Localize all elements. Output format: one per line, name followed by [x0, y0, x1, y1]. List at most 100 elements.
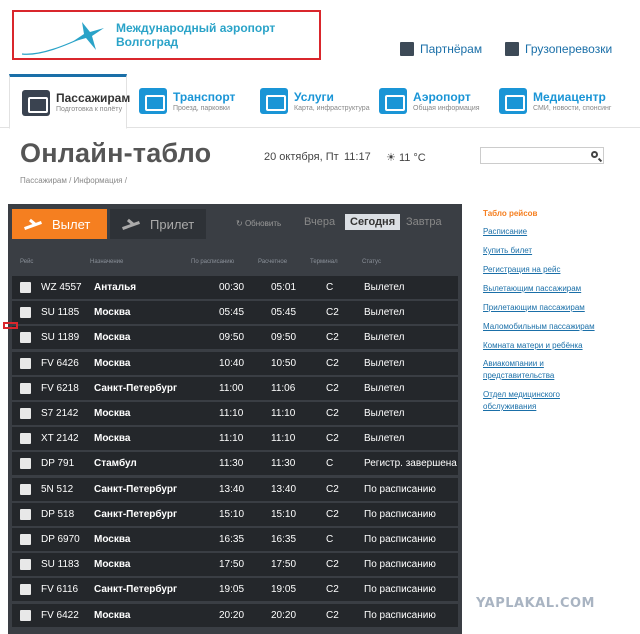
nav-title: Услуги	[294, 89, 334, 104]
day-yesterday[interactable]: Вчера	[304, 216, 335, 228]
table-row[interactable]: SU 1185 Москва 05:45 05:45 C2 Вылетел	[12, 301, 458, 325]
sidebar-item-mother-child[interactable]: Комната матери и ребёнка	[483, 340, 583, 352]
flight-number: SU 1185	[41, 307, 80, 319]
table-row[interactable]: FV 6218 Санкт-Петербург 11:00 11:06 C2 Вылете…	[12, 376, 458, 400]
time-text: 11:17	[344, 151, 371, 163]
table-row[interactable]: XT 2142 Москва 11:10 11:10 C2 Вылетел	[12, 427, 458, 451]
table-row[interactable]: FV 6426 Москва 10:40 10:50 C2 Вылетел	[12, 351, 458, 375]
status: По расписанию	[364, 534, 436, 545]
status: По расписанию	[364, 483, 436, 495]
airline-logo-icon	[20, 282, 31, 293]
destination: Москва	[94, 408, 131, 419]
tab-departure-label: Вылет	[52, 216, 91, 232]
destination: Санкт-Петербург	[94, 508, 178, 520]
airline-logo-icon	[20, 357, 31, 369]
scheduled-time: 13:40	[219, 483, 245, 495]
status: Вылетел	[364, 332, 405, 344]
breadcrumb: Пассажирам / Информация /	[20, 176, 127, 185]
flight-board: Вылет Прилет ↻ Обновить Вчера Сегодня За…	[8, 204, 462, 634]
sidebar-item-arriving[interactable]: Прилетающим пассажирам	[483, 302, 585, 314]
nav-transport[interactable]: Транспорт Проезд, парковки	[127, 74, 247, 128]
airline-logo-icon	[20, 584, 31, 596]
table-row[interactable]: DP 6970 Москва 16:35 16:35 C По расписанию	[12, 528, 458, 551]
cargo-link[interactable]: Грузоперевозки	[505, 42, 612, 56]
estimated-time: 13:40	[271, 483, 297, 495]
scheduled-time: 20:20	[219, 609, 245, 621]
table-row[interactable]: SU 1189 Москва 09:50 09:50 C2 Вылетел	[12, 326, 458, 350]
table-row[interactable]: DP 791 Стамбул 11:30 11:30 C Регистр. заверше…	[12, 452, 458, 476]
airport-logo[interactable]: Международный аэропорт Волгоград	[12, 10, 321, 60]
estimated-time: 15:10	[271, 508, 297, 520]
day-today[interactable]: Сегодня	[345, 214, 401, 230]
scheduled-time: 05:45	[219, 307, 245, 319]
flight-number: S7 2142	[41, 408, 79, 419]
table-row[interactable]: FV 6116 Санкт-Петербург 19:05 19:05 C2 По рас…	[12, 578, 458, 602]
scheduled-time: 16:35	[219, 534, 245, 545]
destination: Стамбул	[94, 458, 137, 470]
flight-number: FV 6218	[41, 382, 79, 394]
col-scheduled: По расписанию	[191, 259, 235, 265]
status: Вылетел	[364, 408, 405, 419]
table-row[interactable]: 5N 512 Санкт-Петербург 13:40 13:40 C2 По расп…	[12, 477, 458, 501]
estimated-time: 11:10	[271, 433, 296, 445]
airline-logo-icon	[20, 609, 31, 621]
sidebar-item-medical[interactable]: Отдел медицинского обслуживания	[483, 389, 583, 413]
airline-logo-icon	[20, 408, 31, 419]
flight-number: 5N 512	[41, 483, 74, 495]
estimated-time: 19:05	[271, 584, 297, 596]
search-input[interactable]	[480, 147, 604, 164]
estimated-time: 09:50	[271, 332, 297, 344]
sidebar-item-board[interactable]: Табло рейсов	[483, 208, 537, 220]
sidebar-item-schedule[interactable]: Расписание	[483, 226, 527, 238]
sidebar-item-reduced-mobility[interactable]: Маломобильным пассажирам	[483, 321, 595, 333]
terminal: C2	[326, 382, 339, 394]
sidebar-item-airlines[interactable]: Авиакомпании и представительства	[483, 358, 603, 382]
sidebar-item-checkin[interactable]: Регистрация на рейс	[483, 264, 560, 276]
scheduled-time: 11:10	[219, 408, 244, 419]
scheduled-time: 11:30	[219, 458, 244, 470]
sidebar-item-departing[interactable]: Вылетающим пассажирам	[483, 283, 581, 295]
nav-subtitle: Общая информация	[413, 104, 480, 112]
sidebar-item-buy-ticket[interactable]: Купить билет	[483, 245, 532, 257]
col-destination: Назначение	[90, 259, 124, 265]
terminal: C2	[326, 408, 339, 419]
nav-services[interactable]: Услуги Карта, инфраструктура	[248, 74, 370, 128]
table-row[interactable]: S7 2142 Москва 11:10 11:10 C2 Вылетел	[12, 402, 458, 425]
search-icon[interactable]	[591, 151, 598, 158]
watermark: YAPLAKAL.COM	[476, 596, 595, 611]
table-row[interactable]: FV 6422 Москва 20:20 20:20 C2 По расписанию	[12, 603, 458, 627]
table-row[interactable]: SU 1183 Москва 17:50 17:50 C2 По расписанию	[12, 553, 458, 577]
status: По расписанию	[364, 609, 436, 621]
nav-mediacenter[interactable]: Медиацентр СМИ, новости, спонсинг	[487, 74, 637, 128]
scheduled-time: 17:50	[219, 559, 245, 571]
logo-line1: Международный аэропорт	[116, 21, 276, 35]
terminal: C2	[326, 433, 339, 445]
suitcase-icon	[22, 89, 50, 116]
terminal: C2	[326, 584, 339, 596]
status: Вылетел	[364, 357, 405, 369]
status: Регистр. завершена	[364, 458, 457, 470]
nav-passengers[interactable]: Пассажирам Подготовка к полёту	[9, 74, 130, 129]
date-text: 20 октября, Пт	[264, 151, 339, 163]
status: Вылетел	[364, 382, 405, 394]
cargo-icon	[505, 42, 519, 56]
logo-line2: Волгоград	[116, 35, 179, 49]
tab-departure[interactable]: Вылет	[12, 209, 107, 239]
table-row[interactable]: DP 518 Санкт-Петербург 15:10 15:10 C2 По расп…	[12, 502, 458, 526]
table-row[interactable]: WZ 4557 Анталья 00:30 05:01 C Вылетел	[12, 276, 458, 299]
tab-arrival[interactable]: Прилет	[110, 209, 206, 239]
day-tomorrow[interactable]: Завтра	[406, 216, 442, 228]
nav-title: Аэропорт	[413, 89, 471, 104]
col-terminal: Терминал	[310, 259, 338, 265]
scheduled-time: 11:10	[219, 433, 244, 445]
terminal: C2	[326, 483, 339, 495]
flight-number: XT 2142	[41, 433, 79, 445]
status: Вылетел	[364, 307, 405, 319]
partners-label: Партнёрам	[420, 42, 483, 56]
destination: Москва	[94, 307, 131, 319]
nav-airport[interactable]: Аэропорт Общая информация	[367, 74, 487, 128]
airline-logo-icon	[20, 559, 31, 571]
refresh-button[interactable]: ↻ Обновить	[236, 219, 281, 228]
arrival-plane-icon	[122, 219, 140, 229]
partners-link[interactable]: Партнёрам	[400, 42, 482, 56]
